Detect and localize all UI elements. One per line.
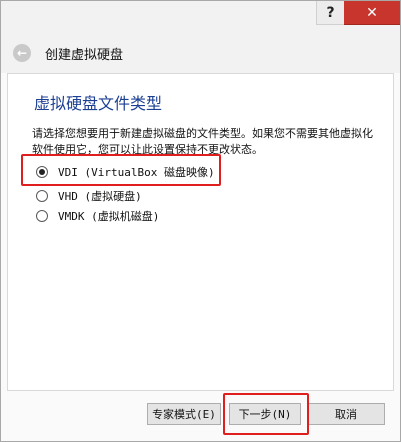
dialog-window: ? ✕ ← 创建虚拟硬盘 虚拟硬盘文件类型 请选择您想要用于新建虚拟磁盘的文件类… [0,0,401,442]
close-button[interactable]: ✕ [344,1,400,25]
page-heading: 虚拟硬盘文件类型 [34,94,163,113]
back-arrow-icon[interactable]: ← [13,44,31,62]
radio-vhd[interactable] [36,190,48,202]
content-panel: 虚拟硬盘文件类型 请选择您想要用于新建虚拟磁盘的文件类型。如果您不需要其他虚拟化… [7,73,394,391]
option-vhd[interactable]: VHD (虚拟硬盘) [36,186,142,206]
cancel-button[interactable]: 取消 [307,403,385,425]
option-vhd-label: VHD (虚拟硬盘) [58,190,142,203]
expert-mode-button[interactable]: 专家模式(E) [147,403,221,425]
title-bar: ? ✕ [1,1,400,33]
option-vmdk[interactable]: VMDK (虚拟机磁盘) [36,206,159,226]
highlight-box-vdi [21,154,221,186]
help-button[interactable]: ? [316,1,344,25]
wizard-title: 创建虚拟硬盘 [45,48,124,63]
highlight-box-next [223,393,309,435]
radio-vmdk[interactable] [36,210,48,222]
wizard-header: ← 创建虚拟硬盘 [1,33,400,73]
option-vmdk-label: VMDK (虚拟机磁盘) [58,210,160,223]
